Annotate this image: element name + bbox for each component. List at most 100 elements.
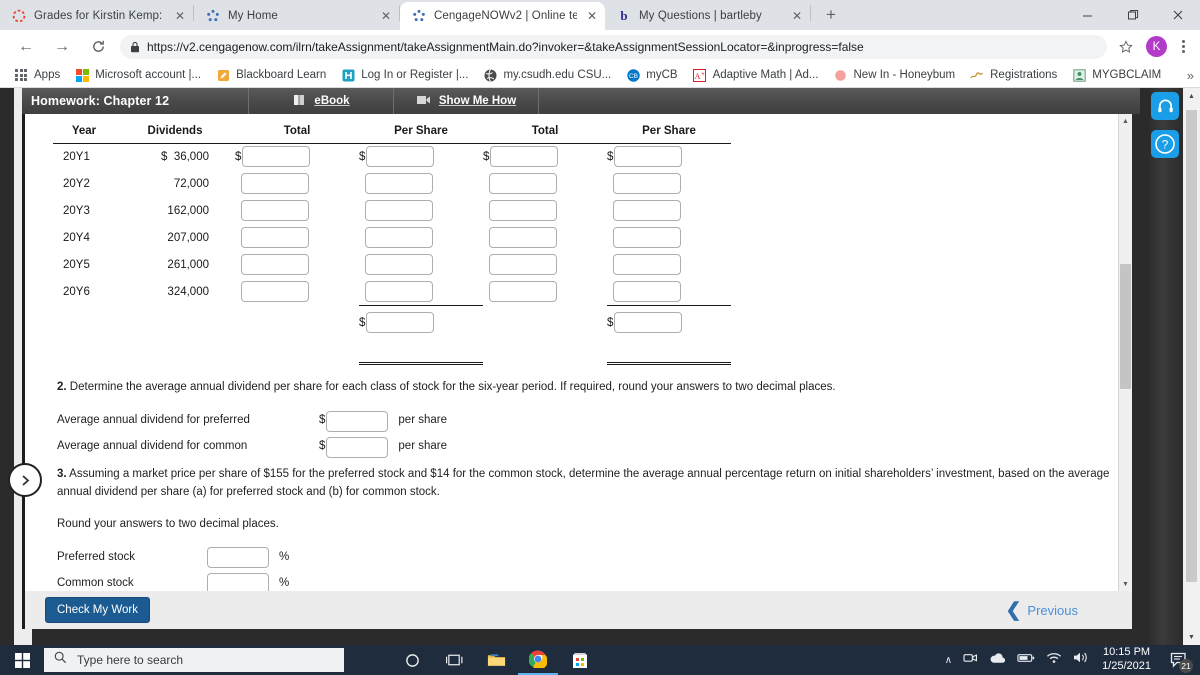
notification-center-button[interactable]: 21	[1166, 648, 1193, 673]
search-box[interactable]: Type here to search	[44, 648, 344, 672]
input-per-share-preferred[interactable]	[366, 146, 435, 168]
cell-year: 20Y2	[63, 177, 90, 190]
input-total-common[interactable]	[489, 173, 557, 194]
input-total-common[interactable]	[489, 227, 557, 248]
tray-chevron-icon[interactable]: ∧	[945, 655, 952, 666]
scroll-up-icon[interactable]: ▲	[1119, 114, 1132, 128]
show-me-how-button[interactable]: Show Me How	[394, 88, 539, 114]
task-view-icon[interactable]	[434, 645, 474, 675]
content-scrollbar[interactable]: ▲ ▼	[1118, 114, 1132, 591]
bookmark-apps[interactable]: Apps	[6, 65, 67, 86]
input-per-share-common[interactable]	[613, 173, 681, 194]
cell-total-common: $	[483, 143, 607, 170]
input-total-common[interactable]	[489, 281, 557, 302]
battery-icon[interactable]	[1017, 651, 1035, 669]
help-question-icon[interactable]: ?	[1151, 130, 1179, 158]
bookmark-microsoft-account[interactable]: Microsoft account |...	[67, 65, 208, 86]
restore-button[interactable]	[1110, 0, 1155, 30]
chrome-icon[interactable]	[518, 645, 558, 675]
microsoft-store-icon[interactable]	[560, 645, 600, 675]
input-total-preferred[interactable]	[241, 227, 309, 248]
input-per-share-common[interactable]	[613, 280, 681, 302]
input-per-share-preferred[interactable]	[365, 173, 433, 194]
input-total-preferred[interactable]	[241, 200, 309, 221]
check-my-work-button[interactable]: Check My Work	[45, 597, 150, 623]
volume-icon[interactable]	[1073, 651, 1089, 669]
input-total-common[interactable]	[489, 254, 557, 275]
back-icon[interactable]: ←	[13, 34, 39, 60]
new-tab-button[interactable]: +	[817, 1, 845, 29]
headset-icon[interactable]	[1151, 92, 1179, 120]
page-scrollbar-thumb[interactable]	[1186, 110, 1197, 582]
reload-icon[interactable]	[85, 34, 111, 60]
forward-icon[interactable]: →	[49, 34, 75, 60]
input-total-common[interactable]	[489, 200, 557, 221]
scrollbar-thumb[interactable]	[1120, 264, 1131, 389]
close-icon[interactable]: ✕	[377, 7, 395, 25]
onedrive-icon[interactable]	[989, 651, 1006, 669]
address-bar[interactable]: https://v2.cengagenow.com/ilrn/takeAssig…	[120, 34, 1107, 59]
input-per-share-preferred[interactable]	[365, 280, 433, 302]
input-per-share-common[interactable]	[613, 254, 681, 275]
file-explorer-icon[interactable]	[476, 645, 516, 675]
chrome-menu-icon[interactable]	[1174, 40, 1192, 53]
input-total-preferred[interactable]	[241, 173, 309, 194]
input-avg-dividend-common[interactable]	[326, 436, 389, 458]
input-per-share-preferred[interactable]	[365, 254, 433, 275]
close-icon[interactable]: ✕	[171, 7, 189, 25]
windows-logo-icon[interactable]	[0, 645, 44, 675]
bookmark-star-icon[interactable]	[1113, 34, 1139, 60]
bookmark-mygbclaim[interactable]: MYGBCLAIM	[1064, 65, 1168, 86]
input-total-preferred[interactable]	[241, 281, 309, 302]
browser-tab-3-active[interactable]: CengageNOWv2 | Online teaching ✕	[400, 2, 605, 30]
browser-tab-label: My Home	[228, 10, 278, 22]
bookmark-my-csudh-edu[interactable]: my.csudh.edu CSU...	[475, 65, 618, 86]
input-total-preferred[interactable]	[241, 254, 309, 275]
input-per-share-preferred[interactable]	[365, 227, 433, 248]
h-letter-icon	[340, 68, 356, 82]
close-icon[interactable]: ✕	[788, 7, 806, 25]
th-total-common: Total	[531, 125, 559, 137]
bookmark-blackboard-learn[interactable]: Blackboard Learn	[208, 65, 333, 86]
bookmark-registrations[interactable]: Registrations	[962, 65, 1064, 86]
bookmark-adaptive-math[interactable]: A + Adaptive Math | Ad...	[685, 65, 826, 86]
camera-icon[interactable]	[963, 651, 978, 669]
scroll-down-icon[interactable]: ▼	[1119, 577, 1132, 591]
bookmark-mycb[interactable]: CB myCB	[618, 65, 684, 86]
cell-total-common	[483, 170, 607, 197]
bookmark-new-in-honeybum[interactable]: New In - Honeybum	[826, 65, 963, 86]
expand-panel-button[interactable]	[8, 463, 42, 497]
wifi-icon[interactable]	[1046, 651, 1062, 669]
input-avg-dividend-preferred[interactable]	[326, 410, 389, 432]
document-icon	[1071, 68, 1087, 82]
avatar[interactable]: K	[1146, 36, 1167, 57]
input-total-per-share-common[interactable]	[614, 312, 683, 333]
input-total-preferred[interactable]	[242, 146, 311, 168]
svg-text:A: A	[695, 71, 701, 80]
clock[interactable]: 10:15 PM 1/25/2021	[1102, 646, 1151, 674]
ebook-button[interactable]: eBook	[249, 88, 394, 114]
input-return-common[interactable]	[207, 573, 269, 591]
input-per-share-common[interactable]	[614, 146, 683, 168]
minimize-button[interactable]	[1065, 0, 1110, 30]
page-scroll-down-icon[interactable]: ▼	[1183, 629, 1200, 645]
close-icon[interactable]: ✕	[583, 7, 601, 25]
bookmark-log-in-register[interactable]: Log In or Register |...	[333, 65, 475, 86]
input-per-share-common[interactable]	[613, 227, 681, 248]
bookmarks-overflow-icon[interactable]: »	[1187, 68, 1194, 83]
input-per-share-preferred[interactable]	[365, 200, 433, 221]
input-return-preferred[interactable]	[207, 547, 269, 569]
browser-tab-2[interactable]: My Home ✕	[194, 2, 399, 30]
close-button[interactable]	[1155, 0, 1200, 30]
input-total-common[interactable]	[490, 146, 559, 168]
input-total-per-share-preferred[interactable]	[366, 312, 435, 333]
input-per-share-common[interactable]	[613, 200, 681, 221]
page-scrollbar[interactable]: ▲ ▼	[1183, 88, 1200, 645]
browser-tab-1[interactable]: Grades for Kirstin Kemp: ACCTG 1 ✕	[0, 2, 193, 30]
dollar-sign: $	[607, 150, 614, 163]
previous-button[interactable]: ❮ Previous	[1006, 601, 1079, 620]
answer-row-common-pct: Common stock %	[57, 573, 1122, 591]
browser-tab-4[interactable]: b My Questions | bartleby ✕	[605, 2, 810, 30]
cortana-icon[interactable]	[392, 645, 432, 675]
page-scroll-up-icon[interactable]: ▲	[1183, 88, 1200, 104]
